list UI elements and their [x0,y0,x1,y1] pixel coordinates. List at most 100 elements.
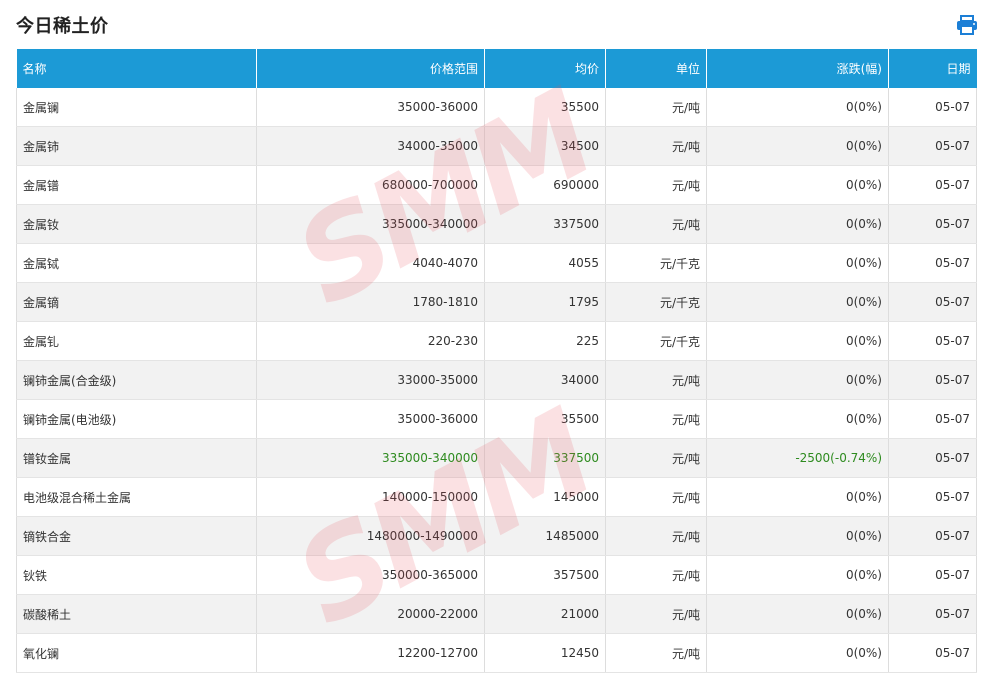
cell-name: 氧化镧 [16,633,257,673]
price-table: 名称 价格范围 均价 单位 涨跌(幅) 日期 金属镧 35000-36000 355… [16,49,977,673]
cell-name: 金属镝 [16,282,257,322]
cell-price-range: 680000-700000 [256,165,485,205]
cell-change: 0(0%) [706,360,889,400]
header-unit: 单位 [605,49,707,88]
cell-price-range: 34000-35000 [256,126,485,166]
cell-average: 35500 [484,88,606,127]
cell-change: 0(0%) [706,399,889,439]
table-row: 金属钕 335000-340000 337500 元/吨 0(0%) 05-07 [16,204,977,244]
cell-average: 337500 [484,204,606,244]
cell-price-range: 350000-365000 [256,555,485,595]
cell-change: 0(0%) [706,633,889,673]
table-header-row: 名称 价格范围 均价 单位 涨跌(幅) 日期 [16,49,977,88]
cell-name: 金属镨 [16,165,257,205]
cell-unit: 元/吨 [605,516,707,556]
cell-name: 镧铈金属(合金级) [16,360,257,400]
cell-average: 145000 [484,477,606,517]
header-date: 日期 [888,49,977,88]
cell-price-range: 1480000-1490000 [256,516,485,556]
cell-name: 金属铈 [16,126,257,166]
table-row: 镝铁合金 1480000-1490000 1485000 元/吨 0(0%) 05-07 [16,516,977,556]
cell-average: 34500 [484,126,606,166]
cell-unit: 元/吨 [605,399,707,439]
cell-unit: 元/吨 [605,360,707,400]
cell-unit: 元/吨 [605,126,707,166]
cell-price-range: 335000-340000 [256,438,485,478]
cell-change: 0(0%) [706,594,889,634]
cell-change: 0(0%) [706,282,889,322]
page-title: 今日稀土价 [16,16,109,37]
cell-change: -2500(-0.74%) [706,438,889,478]
cell-unit: 元/吨 [605,633,707,673]
cell-average: 34000 [484,360,606,400]
table-row: 镧铈金属(电池级) 35000-36000 35500 元/吨 0(0%) 05-07 [16,399,977,439]
cell-unit: 元/千克 [605,243,707,283]
cell-change: 0(0%) [706,126,889,166]
cell-date: 05-07 [888,126,977,166]
table-row: 氧化镧 12200-12700 12450 元/吨 0(0%) 05-07 [16,633,977,673]
cell-date: 05-07 [888,88,977,127]
table-row: 电池级混合稀土金属 140000-150000 145000 元/吨 0(0%) 05-0… [16,477,977,517]
table-row: 镧铈金属(合金级) 33000-35000 34000 元/吨 0(0%) 05-07 [16,360,977,400]
cell-price-range: 1780-1810 [256,282,485,322]
cell-unit: 元/吨 [605,88,707,127]
cell-average: 357500 [484,555,606,595]
cell-name: 金属镧 [16,88,257,127]
cell-change: 0(0%) [706,555,889,595]
cell-date: 05-07 [888,321,977,361]
cell-name: 镧铈金属(电池级) [16,399,257,439]
cell-price-range: 4040-4070 [256,243,485,283]
table-row: 金属铽 4040-4070 4055 元/千克 0(0%) 05-07 [16,243,977,283]
cell-name: 电池级混合稀土金属 [16,477,257,517]
cell-unit: 元/吨 [605,438,707,478]
cell-date: 05-07 [888,165,977,205]
cell-name: 金属钕 [16,204,257,244]
table-row: 金属镨 680000-700000 690000 元/吨 0(0%) 05-07 [16,165,977,205]
cell-price-range: 33000-35000 [256,360,485,400]
cell-price-range: 35000-36000 [256,88,485,127]
cell-date: 05-07 [888,594,977,634]
table-body: 金属镧 35000-36000 35500 元/吨 0(0%) 05-07 金属铈 34000… [16,88,977,673]
header-name: 名称 [16,49,257,88]
cell-average: 21000 [484,594,606,634]
header-price-range: 价格范围 [256,49,485,88]
cell-average: 35500 [484,399,606,439]
cell-date: 05-07 [888,477,977,517]
cell-price-range: 12200-12700 [256,633,485,673]
cell-date: 05-07 [888,243,977,283]
cell-average: 1485000 [484,516,606,556]
table-row: 金属镧 35000-36000 35500 元/吨 0(0%) 05-07 [16,88,977,127]
cell-average: 337500 [484,438,606,478]
cell-unit: 元/吨 [605,555,707,595]
cell-unit: 元/吨 [605,477,707,517]
cell-unit: 元/千克 [605,321,707,361]
header-average: 均价 [484,49,606,88]
cell-average: 1795 [484,282,606,322]
table-row: 碳酸稀土 20000-22000 21000 元/吨 0(0%) 05-07 [16,594,977,634]
cell-average: 225 [484,321,606,361]
cell-date: 05-07 [888,399,977,439]
cell-name: 镝铁合金 [16,516,257,556]
price-table-container: 名称 价格范围 均价 单位 涨跌(幅) 日期 金属镧 35000-36000 355… [16,49,977,673]
cell-price-range: 140000-150000 [256,477,485,517]
cell-change: 0(0%) [706,516,889,556]
cell-date: 05-07 [888,282,977,322]
cell-date: 05-07 [888,360,977,400]
cell-average: 12450 [484,633,606,673]
cell-unit: 元/吨 [605,204,707,244]
cell-unit: 元/吨 [605,165,707,205]
cell-name: 钬铁 [16,555,257,595]
cell-change: 0(0%) [706,477,889,517]
cell-price-range: 20000-22000 [256,594,485,634]
cell-average: 4055 [484,243,606,283]
cell-price-range: 335000-340000 [256,204,485,244]
cell-change: 0(0%) [706,204,889,244]
print-icon[interactable] [956,15,978,35]
cell-date: 05-07 [888,516,977,556]
cell-name: 金属铽 [16,243,257,283]
cell-change: 0(0%) [706,165,889,205]
cell-name: 金属钆 [16,321,257,361]
header-change: 涨跌(幅) [706,49,889,88]
cell-date: 05-07 [888,633,977,673]
cell-date: 05-07 [888,555,977,595]
